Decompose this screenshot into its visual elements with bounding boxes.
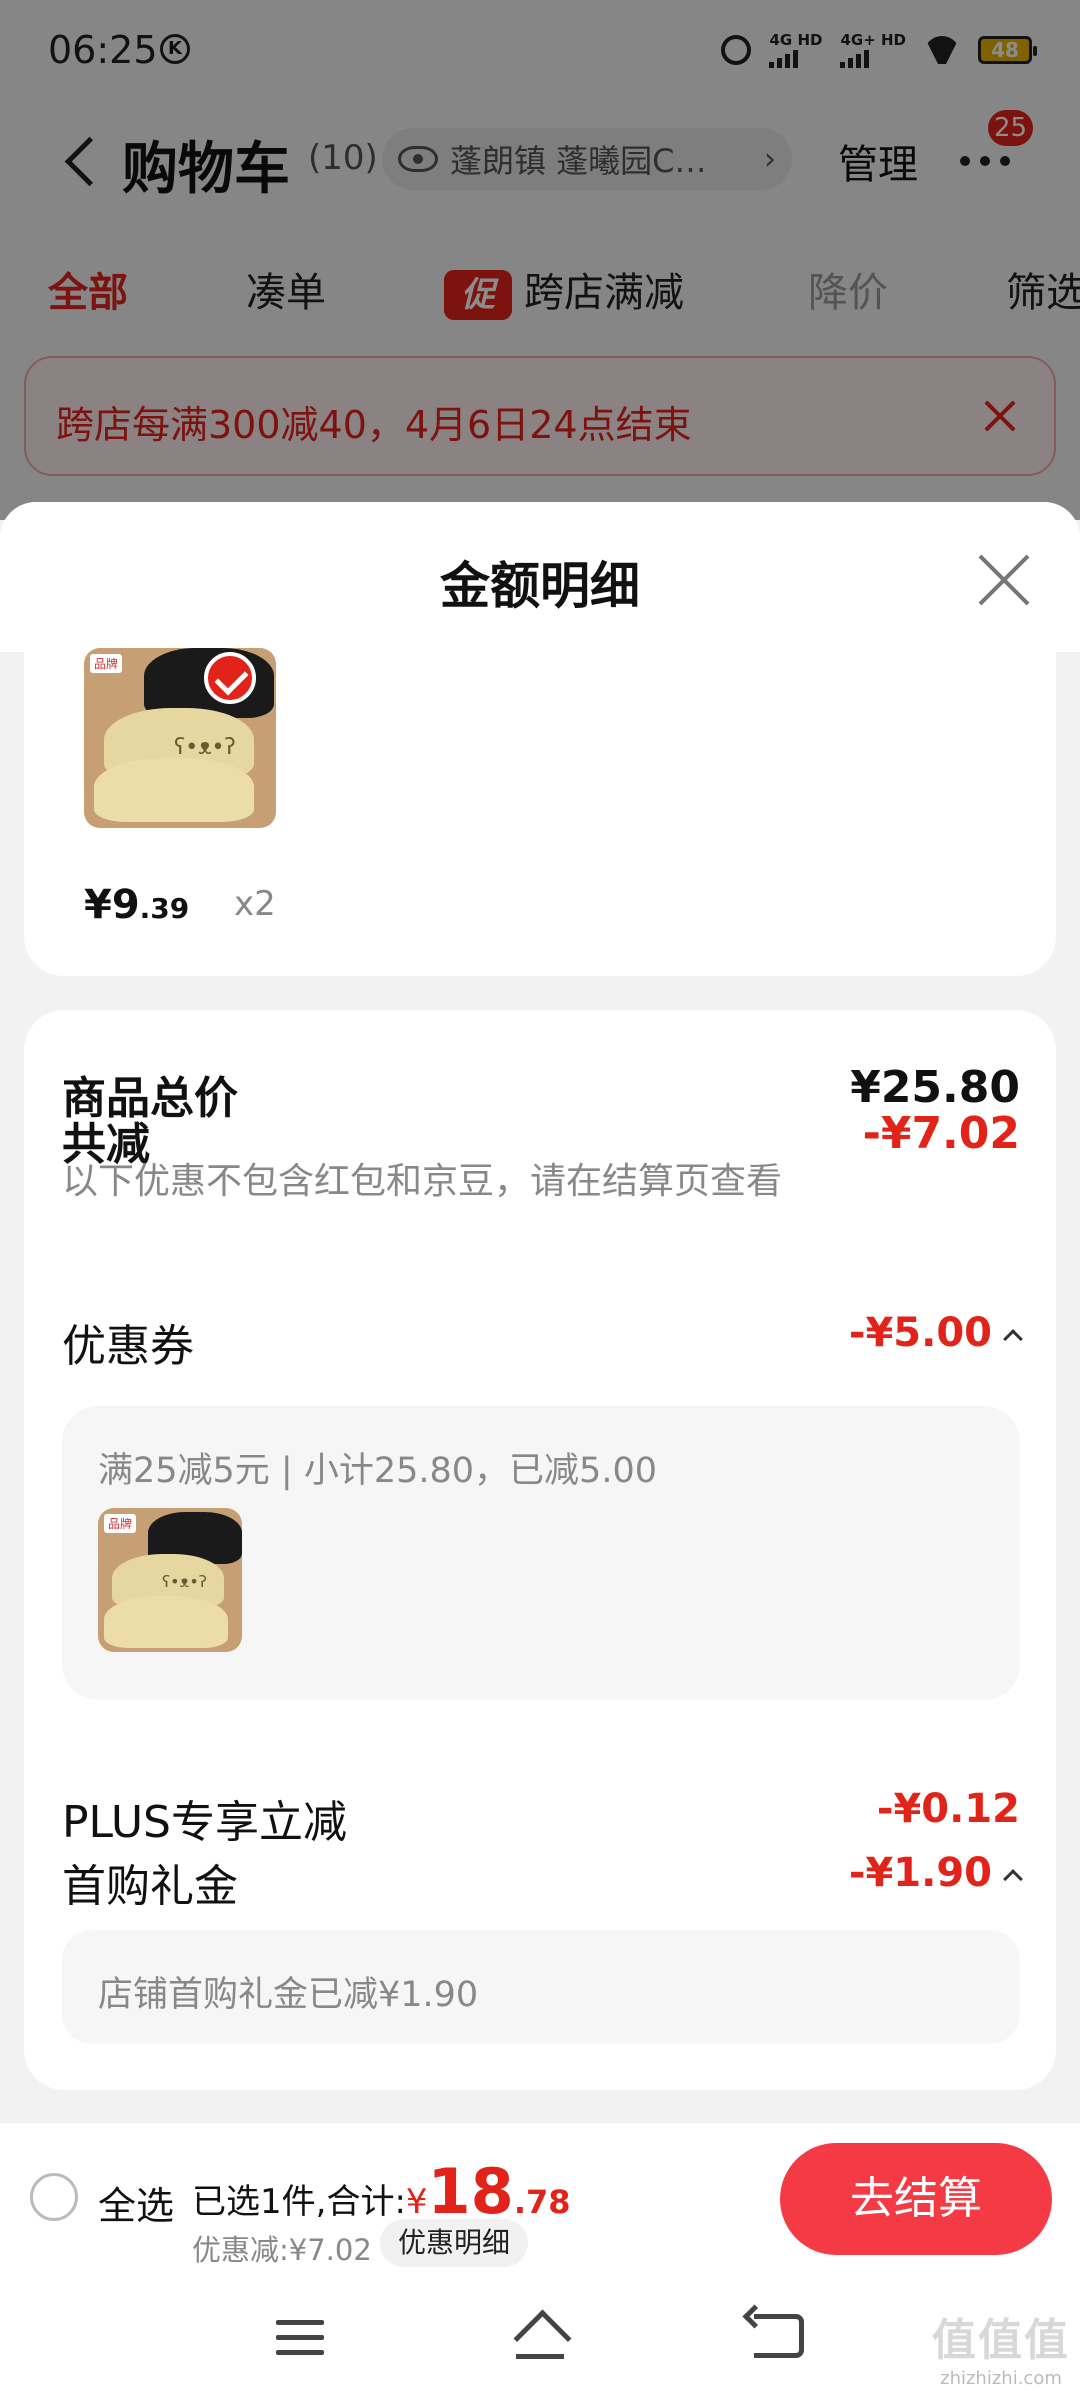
amount-detail-sheet: 金额明细 品牌 ʕ•ᴥ•ʔ ¥9.39 x2 商品总价 ¥25.80 共减 -¥… — [0, 502, 1080, 2122]
brand-tag: 品牌 — [90, 654, 123, 673]
system-nav-bar: 值值值 zhizhizhi.com — [0, 2274, 1080, 2400]
first-buy-gift-toggle[interactable]: -¥1.90 — [848, 1850, 1023, 1896]
sheet-header: 金额明细 — [0, 502, 1080, 652]
system-back-icon[interactable] — [754, 2314, 804, 2358]
coupon-label: 优惠券 — [62, 1321, 194, 1372]
total-decimal: .78 — [513, 2183, 571, 2221]
coupon-detail-text: 满25减5元 | 小计25.80，已减5.00 — [98, 1451, 657, 1491]
product-price-main: ¥9 — [84, 882, 140, 928]
total-integer: 18 — [427, 2155, 514, 2228]
coupon-product-thumbnail[interactable]: 品牌 ʕ•ᴥ•ʔ — [98, 1508, 242, 1652]
product-quantity: x2 — [234, 884, 276, 924]
product-price: ¥9.39 — [84, 882, 189, 928]
sheet-title: 金额明细 — [440, 557, 640, 615]
coupon-toggle[interactable]: -¥5.00 — [848, 1310, 1023, 1356]
close-icon[interactable] — [978, 554, 1030, 606]
chevron-up-icon — [1003, 1329, 1023, 1349]
coupon-value: -¥5.00 — [848, 1310, 992, 1356]
product-price-decimal: .39 — [139, 892, 190, 925]
coupon-detail-box: 满25减5元 | 小计25.80，已减5.00 品牌 ʕ•ᴥ•ʔ — [62, 1406, 1020, 1700]
plus-discount-label: PLUS专享立减 — [62, 1797, 347, 1848]
modal-backdrop[interactable] — [0, 0, 1080, 520]
first-buy-gift-detail-box: 店铺首购礼金已减¥1.90 — [62, 1930, 1020, 2044]
brand-tag: 品牌 — [104, 1514, 137, 1533]
checkout-button[interactable]: 去结算 — [780, 2143, 1052, 2255]
total-discount-value: -¥7.02 — [862, 1108, 1020, 1159]
select-all-label[interactable]: 全选 — [98, 2175, 174, 2230]
product-card: 品牌 ʕ•ᴥ•ʔ ¥9.39 x2 — [24, 648, 1056, 976]
watermark-logo: 值值值 — [932, 2315, 1070, 2366]
first-buy-gift-value: -¥1.90 — [848, 1850, 992, 1896]
select-all-radio[interactable] — [30, 2173, 78, 2221]
total-price-value: ¥25.80 — [850, 1062, 1020, 1113]
plus-discount-value: -¥0.12 — [876, 1786, 1020, 1832]
discount-note: 以下优惠不包含红包和京豆，请在结算页查看 — [62, 1161, 783, 1202]
total-currency: ¥ — [405, 2182, 428, 2222]
first-buy-gift-label: 首购礼金 — [62, 1861, 238, 1912]
price-breakdown-card: 商品总价 ¥25.80 共减 -¥7.02 以下优惠不包含红包和京豆，请在结算页… — [24, 1010, 1056, 2090]
cart-page-background: 06:25 K 4G HD 4G+ HD 48 购物车 (10) 蓬朗镇 蓬曦园… — [0, 0, 1080, 520]
discount-summary: 优惠减:¥7.02 — [192, 2233, 372, 2267]
chevron-up-icon — [1003, 1869, 1023, 1889]
watermark: 值值值 zhizhizhi.com — [932, 2304, 1070, 2389]
checkout-bar: 全选 已选1件,合计:¥18.78 优惠减:¥7.02 优惠明细 去结算 — [0, 2122, 1080, 2274]
selected-prefix: 已选1件,合计: — [192, 2182, 406, 2222]
home-icon[interactable] — [510, 2314, 570, 2364]
menu-icon[interactable] — [276, 2320, 324, 2356]
first-buy-gift-detail-text: 店铺首购礼金已减¥1.90 — [98, 1975, 479, 2015]
checked-icon — [204, 652, 256, 704]
watermark-url: zhizhizhi.com — [940, 2368, 1062, 2389]
selected-summary: 已选1件,合计:¥18.78 — [192, 2155, 571, 2228]
promo-detail-button[interactable]: 优惠明细 — [380, 2219, 529, 2267]
